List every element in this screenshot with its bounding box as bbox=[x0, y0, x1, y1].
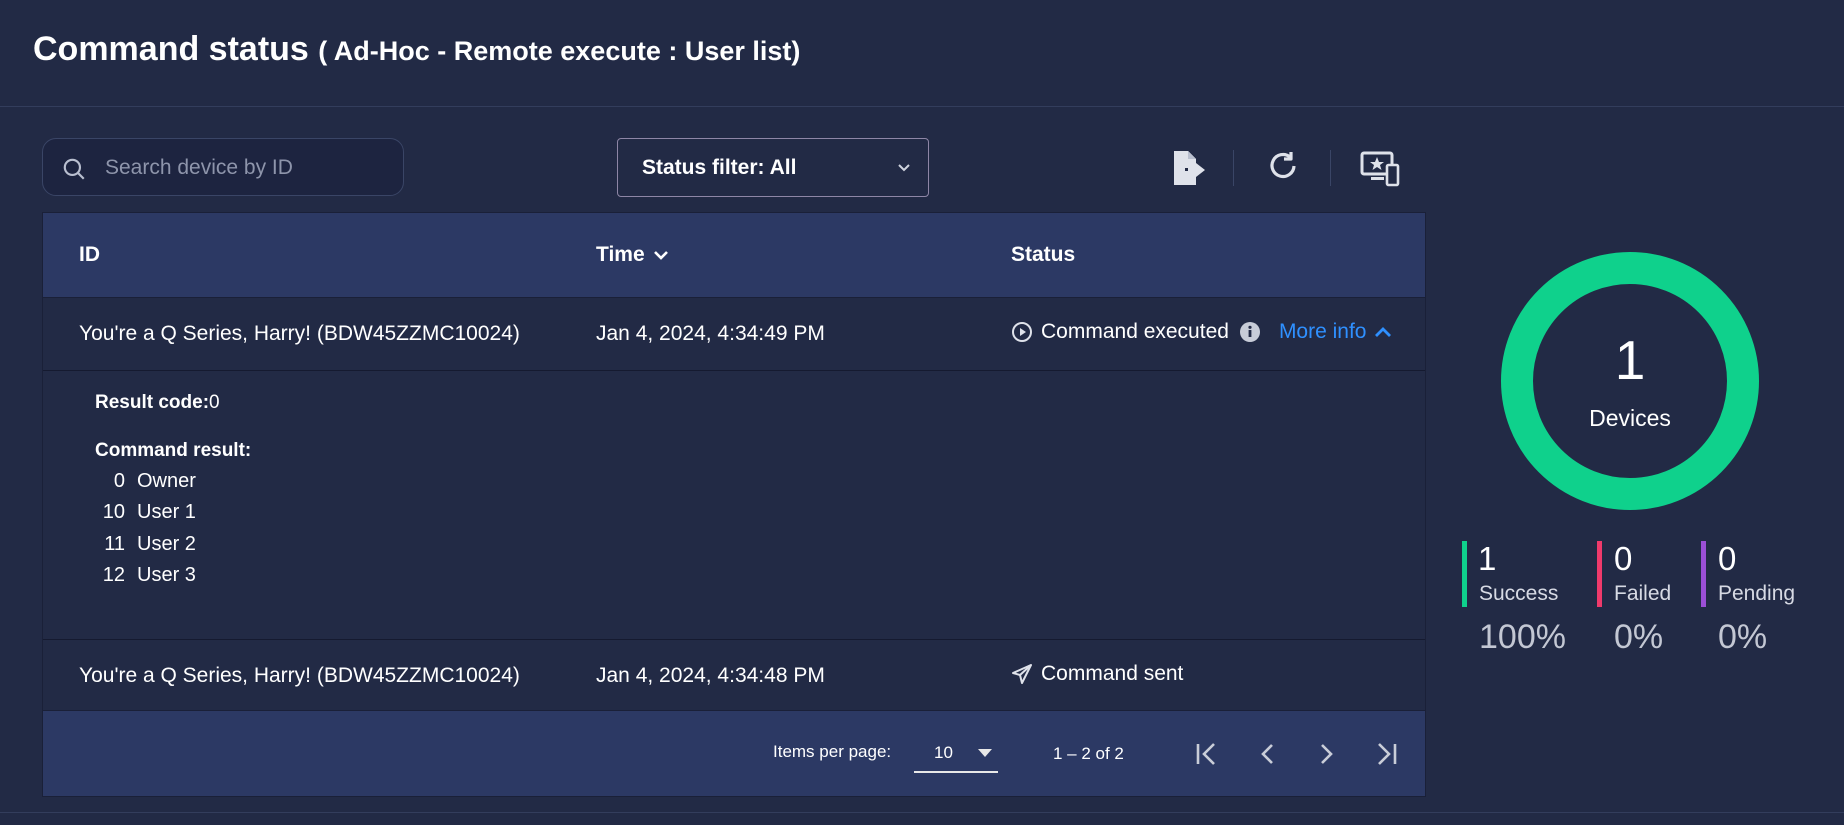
items-per-page-value: 10 bbox=[934, 743, 953, 762]
row-time: Jan 4, 2024, 4:34:48 PM bbox=[596, 664, 825, 687]
next-page-button[interactable] bbox=[1309, 737, 1343, 771]
user-list-item: 0 Owner bbox=[95, 470, 196, 493]
status-filter-select[interactable]: Status filter: All bbox=[617, 138, 929, 197]
row-time: Jan 4, 2024, 4:34:49 PM bbox=[596, 322, 825, 345]
devices-total: 1 bbox=[1614, 329, 1646, 391]
success-count: 1 bbox=[1478, 540, 1497, 577]
column-header-time-label: Time bbox=[596, 243, 645, 266]
user-name: User 1 bbox=[137, 501, 196, 523]
failed-percent: 0% bbox=[1614, 618, 1664, 656]
failed-indicator-bar bbox=[1597, 541, 1602, 607]
chevron-right-icon bbox=[1321, 744, 1333, 764]
success-label: Success bbox=[1479, 582, 1559, 605]
success-percent: 100% bbox=[1479, 618, 1566, 656]
page-range: 1 – 2 of 2 bbox=[1053, 744, 1124, 763]
device-view-button[interactable] bbox=[1360, 148, 1400, 188]
failed-count: 0 bbox=[1614, 540, 1633, 577]
devices-label: Devices bbox=[1589, 405, 1671, 431]
row-status: Command sent bbox=[1011, 662, 1183, 686]
search-box[interactable] bbox=[42, 138, 404, 196]
last-page-icon bbox=[1378, 743, 1397, 765]
user-id: 12 bbox=[102, 564, 125, 586]
pending-label: Pending bbox=[1718, 582, 1796, 605]
row-status: Command executed More info bbox=[1011, 320, 1392, 344]
more-info-label: More info bbox=[1278, 320, 1367, 343]
command-status-table: ID Time Status You're a Q Series, Harry!… bbox=[42, 212, 1426, 797]
result-code-value: 0 bbox=[209, 392, 220, 413]
user-name: User 2 bbox=[137, 533, 196, 555]
user-id: 0 bbox=[113, 470, 125, 492]
row-device-id: You're a Q Series, Harry! (BDW45ZZMC1002… bbox=[79, 664, 520, 687]
user-id: 10 bbox=[102, 501, 125, 523]
success-indicator-bar bbox=[1462, 541, 1467, 607]
row-device-id: You're a Q Series, Harry! (BDW45ZZMC1002… bbox=[79, 322, 520, 345]
column-header-status[interactable]: Status bbox=[1011, 243, 1075, 267]
toolbar-divider bbox=[1330, 150, 1331, 186]
result-code: Result code:0 bbox=[95, 392, 220, 414]
device-star-icon bbox=[1360, 151, 1400, 187]
search-icon bbox=[63, 158, 85, 180]
failed-label: Failed bbox=[1614, 582, 1672, 605]
previous-page-button[interactable] bbox=[1251, 737, 1285, 771]
export-icon bbox=[1174, 151, 1205, 185]
first-page-button[interactable] bbox=[1190, 737, 1224, 771]
pending-count: 0 bbox=[1718, 540, 1737, 577]
row-status-label: Command sent bbox=[1041, 662, 1184, 685]
info-icon[interactable] bbox=[1239, 321, 1261, 343]
row-status-label: Command executed bbox=[1041, 320, 1229, 343]
user-id: 11 bbox=[104, 533, 125, 555]
export-button[interactable] bbox=[1168, 148, 1208, 188]
chevron-left-icon bbox=[1261, 744, 1273, 764]
items-per-page-label: Items per page: bbox=[773, 742, 892, 761]
user-list-item: 10 User 1 bbox=[95, 501, 196, 524]
pending-percent: 0% bbox=[1718, 618, 1768, 656]
user-name: Owner bbox=[137, 470, 196, 492]
table-row[interactable]: You're a Q Series, Harry! (BDW45ZZMC1002… bbox=[43, 640, 1425, 713]
play-circle-icon bbox=[1011, 321, 1033, 343]
page-title-text: Command status bbox=[33, 30, 309, 68]
page-header: Command status ( Ad-Hoc - Remote execute… bbox=[0, 0, 1844, 107]
pagination-bar: Items per page: 10 1 – 2 of 2 bbox=[43, 710, 1425, 796]
table-header: ID Time Status bbox=[43, 213, 1425, 298]
search-input[interactable] bbox=[103, 147, 397, 189]
command-result-label: Command result: bbox=[95, 440, 252, 461]
chevron-up-icon bbox=[1375, 327, 1392, 337]
chevron-down-icon bbox=[898, 164, 910, 172]
caret-down-icon bbox=[978, 749, 992, 757]
footer-divider bbox=[0, 812, 1844, 813]
more-info-toggle[interactable]: More info bbox=[1279, 320, 1393, 344]
first-page-icon bbox=[1196, 743, 1215, 765]
result-code-label: Result code: bbox=[95, 392, 210, 413]
refresh-icon bbox=[1270, 152, 1296, 179]
send-icon bbox=[1011, 663, 1033, 685]
user-name: User 3 bbox=[137, 564, 196, 586]
status-filter-label: Status filter: All bbox=[642, 156, 797, 179]
sort-desc-icon bbox=[653, 251, 668, 260]
page-title: Command status ( Ad-Hoc - Remote execute… bbox=[33, 30, 800, 69]
row-details-panel: Result code:0 Command result: 0 Owner 10 U… bbox=[43, 370, 1425, 640]
column-header-time[interactable]: Time bbox=[596, 243, 669, 267]
items-per-page-select[interactable]: 10 bbox=[914, 735, 998, 773]
refresh-button[interactable] bbox=[1264, 148, 1304, 188]
table-row[interactable]: You're a Q Series, Harry! (BDW45ZZMC1002… bbox=[43, 298, 1425, 371]
page-subtitle: ( Ad-Hoc - Remote execute : User list) bbox=[318, 36, 801, 66]
pending-indicator-bar bbox=[1701, 541, 1706, 607]
toolbar-divider bbox=[1233, 150, 1234, 186]
column-header-id[interactable]: ID bbox=[79, 243, 100, 267]
user-list-item: 11 User 2 bbox=[95, 533, 196, 556]
last-page-button[interactable] bbox=[1369, 737, 1403, 771]
user-list-item: 12 User 3 bbox=[95, 564, 196, 587]
